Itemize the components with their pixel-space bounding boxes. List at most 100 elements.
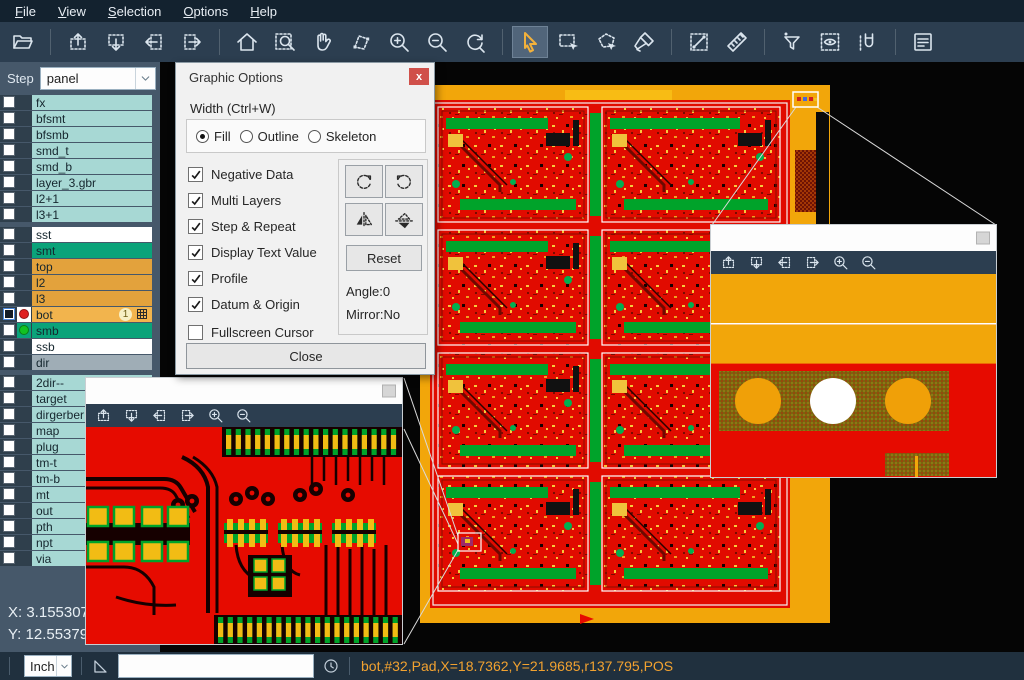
select-button[interactable]	[512, 26, 548, 58]
layer-visibility-checkbox[interactable]	[3, 292, 15, 304]
layer-name-bar[interactable]: l2	[32, 275, 152, 290]
layer-visibility-checkbox[interactable]	[3, 176, 15, 188]
popup-zoom-in-button[interactable]	[826, 252, 854, 273]
zoom-popup-bottom-left[interactable]	[85, 377, 403, 645]
layer-visibility-checkbox[interactable]	[3, 408, 15, 420]
layer-row-l2-1[interactable]: l2+1	[0, 191, 160, 206]
layer-row-bfsmb[interactable]: bfsmb	[0, 127, 160, 142]
layer-name-bar[interactable]: l2+1	[32, 191, 152, 206]
popup-menu-button[interactable]	[382, 385, 396, 398]
layer-row-layer-3-gbr[interactable]: layer_3.gbr	[0, 175, 160, 190]
layer-visibility-checkbox[interactable]	[3, 456, 15, 468]
checkbox-display-text-value[interactable]: Display Text Value	[188, 245, 317, 260]
layer-row-smd-b[interactable]: smd_b	[0, 159, 160, 174]
checkbox-fullscreen-cursor[interactable]: Fullscreen Cursor	[188, 325, 314, 340]
zoom-in-button[interactable]	[381, 26, 417, 58]
pan-up-button[interactable]	[60, 26, 96, 58]
open-file-button[interactable]	[5, 26, 41, 58]
layer-name-bar[interactable]: sst	[32, 227, 152, 242]
layer-row-l3[interactable]: l3	[0, 291, 160, 306]
layer-name-bar[interactable]: bot1	[32, 307, 152, 322]
zoom-out-button[interactable]	[419, 26, 455, 58]
layer-visibility-checkbox[interactable]	[3, 324, 15, 336]
menu-help[interactable]: Help	[239, 0, 288, 22]
layer-visibility-checkbox[interactable]	[3, 520, 15, 532]
popup-pan-right-button[interactable]	[798, 252, 826, 273]
layer-row-bot[interactable]: bot1	[0, 307, 160, 322]
layer-row-smd-t[interactable]: smd_t	[0, 143, 160, 158]
ruler-button[interactable]	[719, 26, 755, 58]
layer-visibility-checkbox[interactable]	[3, 504, 15, 516]
layer-name-bar[interactable]: l3+1	[32, 207, 152, 222]
layer-name-bar[interactable]: top	[32, 259, 152, 274]
layer-row-smt[interactable]: smt	[0, 243, 160, 258]
mirror-horizontal-button[interactable]	[345, 203, 383, 236]
layer-visibility-checkbox[interactable]	[3, 440, 15, 452]
rotate-ccw-button[interactable]	[385, 165, 423, 198]
layer-name-bar[interactable]: dir	[32, 355, 152, 370]
unit-select[interactable]: Inch	[24, 655, 72, 677]
layer-visibility-checkbox[interactable]	[3, 552, 15, 564]
layer-visibility-checkbox[interactable]	[3, 340, 15, 352]
layer-visibility-checkbox[interactable]	[3, 160, 15, 172]
popup-pan-down-button[interactable]	[742, 252, 770, 273]
snap-button[interactable]	[850, 26, 886, 58]
checkbox-step-repeat[interactable]: Step & Repeat	[188, 219, 296, 234]
layer-visibility-checkbox[interactable]	[3, 144, 15, 156]
layer-row-smb[interactable]: smb	[0, 323, 160, 338]
menu-view[interactable]: View	[47, 0, 97, 22]
zoom-popup-top-right[interactable]	[710, 224, 997, 478]
popup-pan-up-button[interactable]	[89, 405, 117, 426]
layer-visibility-checkbox[interactable]	[3, 276, 15, 288]
layer-name-bar[interactable]: bfsmb	[32, 127, 152, 142]
pan-down-button[interactable]	[98, 26, 134, 58]
close-icon[interactable]: x	[409, 68, 429, 85]
radio-fill[interactable]: Fill	[196, 129, 231, 144]
zoom-previous-button[interactable]	[457, 26, 493, 58]
layer-name-bar[interactable]: smd_b	[32, 159, 152, 174]
checkbox-negative-data[interactable]: Negative Data	[188, 167, 293, 182]
menu-selection[interactable]: Selection	[97, 0, 172, 22]
layer-row-l2[interactable]: l2	[0, 275, 160, 290]
grid-icon[interactable]	[136, 308, 149, 321]
menu-file[interactable]: File	[4, 0, 47, 22]
zoom-popup-content[interactable]	[711, 274, 996, 477]
layer-name-bar[interactable]: l3	[32, 291, 152, 306]
layer-visibility-checkbox[interactable]	[3, 260, 15, 272]
popup-pan-up-button[interactable]	[714, 252, 742, 273]
layer-visibility-checkbox[interactable]	[3, 308, 15, 320]
popup-pan-down-button[interactable]	[117, 405, 145, 426]
checkbox-profile[interactable]: Profile	[188, 271, 248, 286]
radio-outline[interactable]: Outline	[240, 129, 299, 144]
layer-visibility-checkbox[interactable]	[3, 112, 15, 124]
filter-button[interactable]	[774, 26, 810, 58]
layer-visibility-checkbox[interactable]	[3, 192, 15, 204]
radio-skeleton[interactable]: Skeleton	[308, 129, 377, 144]
layer-visibility-checkbox[interactable]	[3, 208, 15, 220]
layer-visibility-checkbox[interactable]	[3, 392, 15, 404]
pan-left-button[interactable]	[136, 26, 172, 58]
pan-hand-button[interactable]	[305, 26, 341, 58]
layer-row-ssb[interactable]: ssb	[0, 339, 160, 354]
layer-visibility-checkbox[interactable]	[3, 424, 15, 436]
view-options-button[interactable]	[812, 26, 848, 58]
history-icon[interactable]	[322, 657, 340, 675]
zoom-popup-content[interactable]	[86, 427, 402, 644]
home-view-button[interactable]	[229, 26, 265, 58]
checkbox-multi-layers[interactable]: Multi Layers	[188, 193, 281, 208]
checkbox-datum-origin[interactable]: Datum & Origin	[188, 297, 300, 312]
rotate-cw-button[interactable]	[345, 165, 383, 198]
popup-title-bar[interactable]	[86, 378, 402, 404]
layer-visibility-checkbox[interactable]	[3, 376, 15, 388]
layer-name-bar[interactable]: bfsmt	[32, 111, 152, 126]
clear-highlight-button[interactable]	[626, 26, 662, 58]
layer-visibility-checkbox[interactable]	[3, 488, 15, 500]
measure-button[interactable]	[681, 26, 717, 58]
snap-angle-icon[interactable]	[91, 657, 110, 676]
layer-visibility-checkbox[interactable]	[3, 244, 15, 256]
layer-table-button[interactable]	[905, 26, 941, 58]
popup-menu-button[interactable]	[976, 232, 990, 245]
layer-visibility-checkbox[interactable]	[3, 472, 15, 484]
mirror-vertical-button[interactable]	[385, 203, 423, 236]
popup-zoom-out-button[interactable]	[229, 405, 257, 426]
